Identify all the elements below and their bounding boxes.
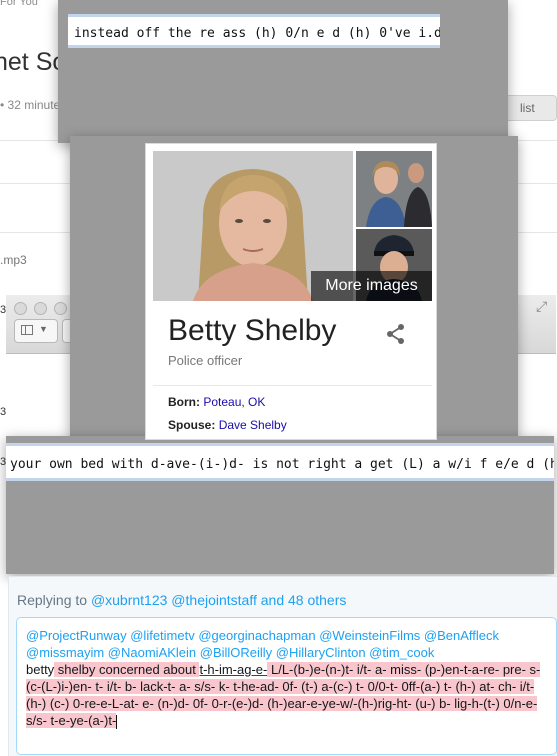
entity-name: Betty Shelby xyxy=(168,314,337,347)
close-window-icon[interactable] xyxy=(14,302,27,315)
thumbnail-image[interactable] xyxy=(356,151,432,227)
minimize-window-icon[interactable] xyxy=(34,302,47,315)
playlist-button[interactable]: list xyxy=(505,95,557,121)
episode-meta: • 32 minute xyxy=(0,98,61,112)
fact-link[interactable]: Poteau, OK xyxy=(203,395,265,409)
share-icon[interactable] xyxy=(384,322,408,346)
text-caret xyxy=(116,714,118,729)
fact-spouse: Spouse: Dave Shelby xyxy=(168,418,287,432)
for-you-tab[interactable]: For You xyxy=(0,0,38,8)
replying-prefix: Replying to xyxy=(17,592,88,608)
highlighted-text: shelby concerned about xyxy=(54,662,200,677)
more-images-button[interactable]: More images xyxy=(311,271,432,301)
misspelled-text: t-h-im-ag-e- xyxy=(199,662,268,677)
fact-born: Born: Poteau, OK xyxy=(168,395,265,409)
divider xyxy=(153,385,432,386)
mentions-line[interactable]: @missmayim @NaomiAKlein @BillOReilly @Hi… xyxy=(26,645,434,660)
tweet-body-text: betty xyxy=(26,662,55,677)
mentions-line[interactable]: @ProjectRunway @lifetimetv @georginachap… xyxy=(26,628,499,643)
lower-text-field[interactable]: your own bed with d-ave-(i-)d- is not ri… xyxy=(6,443,554,481)
file-name: .mp3 xyxy=(0,253,27,267)
top-text-field[interactable]: instead off the re ass (h) 0/n e d (h) 0… xyxy=(68,14,440,48)
replying-to-line: Replying to @xubrnt123 @thejointstaff an… xyxy=(17,592,346,608)
zoom-window-icon[interactable] xyxy=(54,302,67,315)
fullscreen-icon[interactable]: ⤢ xyxy=(536,298,547,315)
reply-recipients-link[interactable]: @xubrnt123 @thejointstaff and 48 others xyxy=(91,592,346,608)
lower-field-text: your own bed with d-ave-(i-)d- is not ri… xyxy=(10,457,554,472)
entity-description: Police officer xyxy=(168,353,243,368)
side-digit: 3 xyxy=(0,406,7,418)
chevron-down-icon: ▼ xyxy=(39,324,48,334)
fact-label: Spouse: xyxy=(168,418,216,432)
sidebar-icon xyxy=(21,325,33,335)
knowledge-panel: More images Betty Shelby Police officer … xyxy=(145,143,437,440)
fact-link[interactable]: Dave Shelby xyxy=(219,418,287,432)
sidebar-toggle-button[interactable]: ▼ xyxy=(14,319,58,343)
episode-title: net So xyxy=(0,48,67,76)
tweet-text: @ProjectRunway @lifetimetv @georginachap… xyxy=(26,627,546,729)
top-field-text: instead off the re ass (h) 0/n e d (h) 0… xyxy=(74,26,440,41)
fact-label: Born: xyxy=(168,395,200,409)
